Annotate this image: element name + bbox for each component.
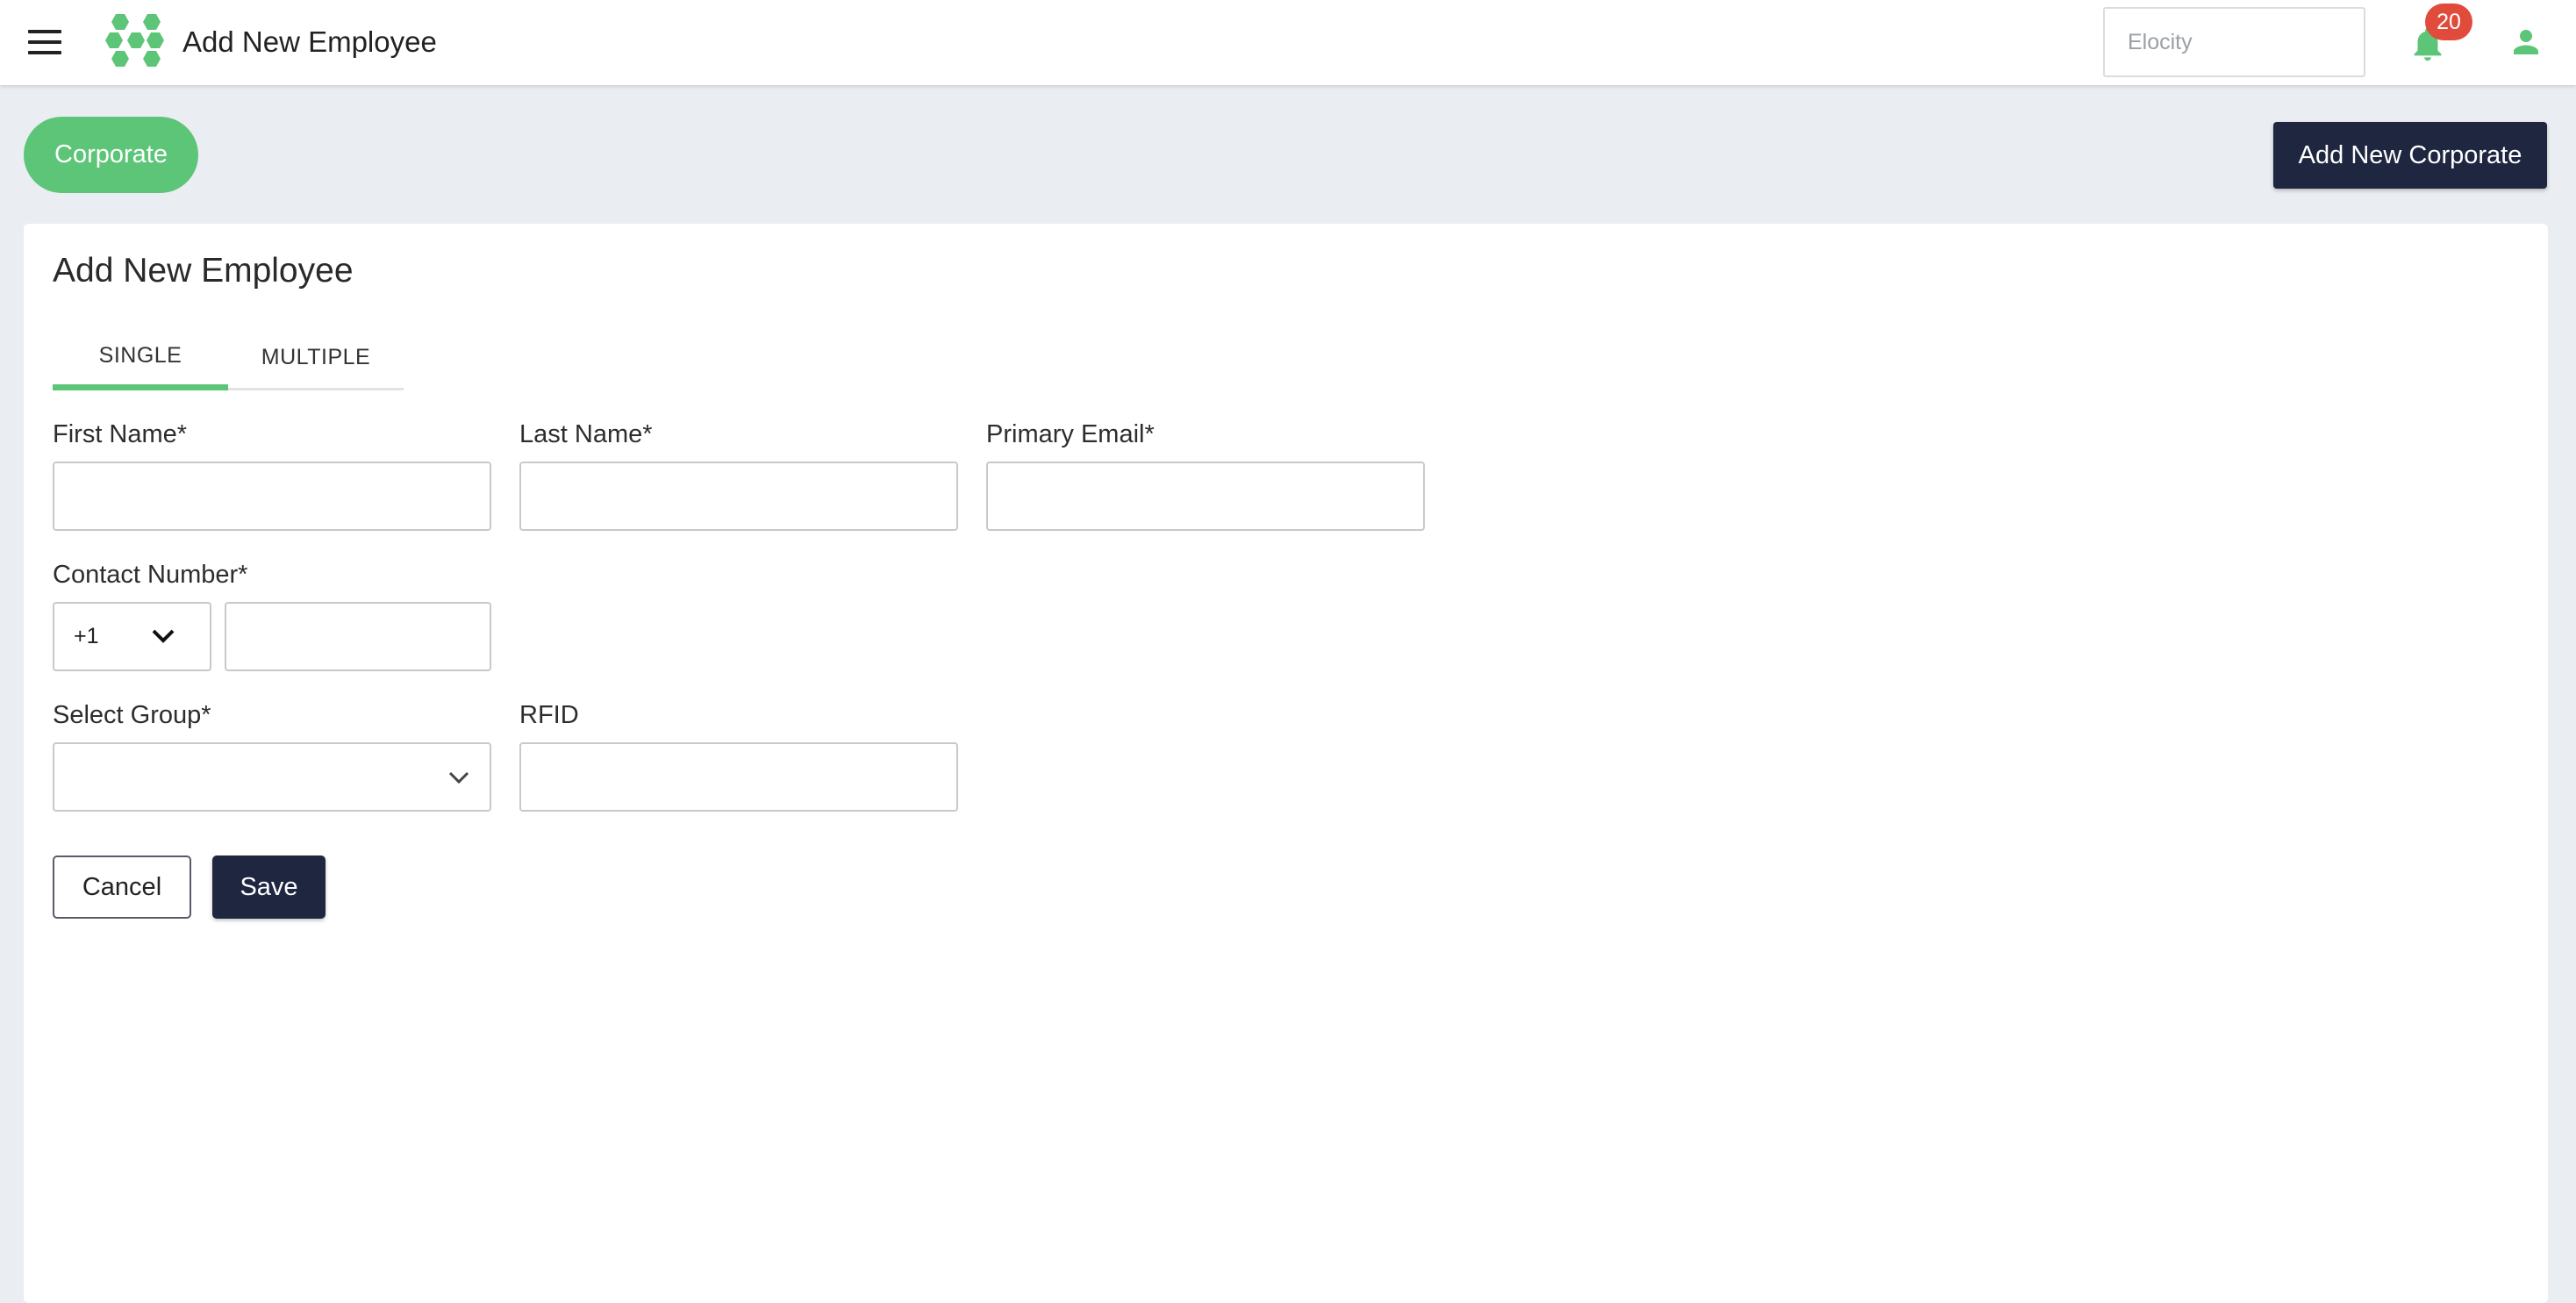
primary-email-label: Primary Email* <box>986 420 1155 448</box>
form-tabs: SINGLE MULTIPLE <box>53 320 404 390</box>
tab-single[interactable]: SINGLE <box>53 320 228 390</box>
corporate-button[interactable]: Corporate <box>24 117 198 193</box>
active-tab-indicator <box>53 384 228 390</box>
last-name-label: Last Name* <box>519 420 653 448</box>
country-code-select[interactable]: +1 <box>53 602 211 671</box>
notification-badge: 20 <box>2425 4 2472 40</box>
chevron-down-icon <box>448 771 469 784</box>
first-name-input[interactable] <box>53 462 491 531</box>
rfid-input[interactable] <box>519 742 958 812</box>
tab-multiple[interactable]: MULTIPLE <box>228 322 404 392</box>
chevron-down-icon <box>152 629 175 643</box>
employee-form-card: Add New Employee SINGLE MULTIPLE First N… <box>24 224 2548 1303</box>
hexagon-logo-icon <box>105 14 164 67</box>
contact-number-label: Contact Number* <box>53 561 248 589</box>
top-app-bar: Add New Employee Elocity 20 <box>0 0 2576 85</box>
cancel-button[interactable]: Cancel <box>53 856 191 919</box>
user-icon[interactable] <box>2508 23 2544 61</box>
hamburger-menu-icon[interactable] <box>28 30 61 54</box>
contact-number-input[interactable] <box>225 602 491 671</box>
form-heading: Add New Employee <box>53 252 354 290</box>
first-name-label: First Name* <box>53 420 188 448</box>
select-group-dropdown[interactable] <box>53 742 491 812</box>
add-new-corporate-button[interactable]: Add New Corporate <box>2273 122 2547 189</box>
select-group-label: Select Group* <box>53 701 211 729</box>
rfid-label: RFID <box>519 701 579 729</box>
organization-select[interactable]: Elocity <box>2103 7 2365 77</box>
primary-email-input[interactable] <box>986 462 1425 531</box>
page-title: Add New Employee <box>182 25 437 58</box>
country-code-value: +1 <box>74 624 99 648</box>
last-name-input[interactable] <box>519 462 958 531</box>
save-button[interactable]: Save <box>212 856 326 919</box>
